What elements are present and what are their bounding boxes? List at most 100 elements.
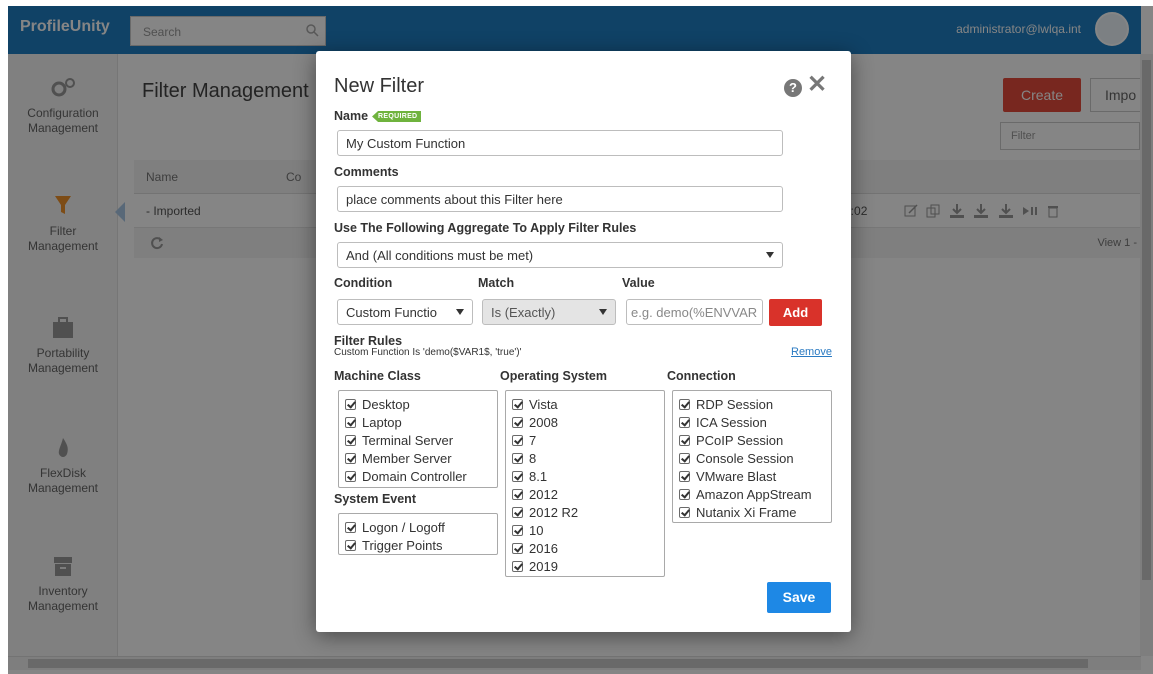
connection-option[interactable]: Amazon AppStream	[679, 485, 825, 503]
add-button[interactable]: Add	[769, 299, 822, 326]
filter-rules-label: Filter Rules	[334, 334, 403, 348]
machine-class-option-label: Laptop	[362, 414, 402, 430]
checkbox[interactable]	[512, 416, 523, 428]
checkbox[interactable]	[512, 398, 523, 410]
operating-system-option[interactable]: 7	[512, 431, 658, 449]
operating-system-option[interactable]: 10	[512, 521, 658, 539]
machine-class-option[interactable]: Terminal Server	[345, 431, 491, 449]
connection-option[interactable]: Nutanix Xi Frame	[679, 503, 825, 521]
checkbox[interactable]	[512, 560, 523, 572]
connection-option-label: ICA Session	[696, 414, 767, 430]
connection-option[interactable]: RDP Session	[679, 395, 825, 413]
operating-system-option-label: 2008	[529, 414, 558, 430]
checkbox[interactable]	[679, 488, 690, 500]
operating-system-option[interactable]: Vista	[512, 395, 658, 413]
system-event-option[interactable]: Logon / Logoff	[345, 518, 491, 536]
operating-system-option[interactable]: 2008	[512, 413, 658, 431]
machine-class-list: Desktop Laptop Terminal Server Member Serve…	[338, 390, 498, 488]
comments-label: Comments	[334, 165, 399, 179]
machine-class-option-label: Domain Controller	[362, 468, 467, 484]
checkbox[interactable]	[679, 398, 690, 410]
name-label-text: Name	[334, 109, 369, 123]
connection-option[interactable]: VMware Blast	[679, 467, 825, 485]
checkbox[interactable]	[345, 470, 356, 482]
operating-system-option[interactable]: 2016	[512, 539, 658, 557]
machine-class-option-label: Member Server	[362, 450, 452, 466]
close-icon[interactable]: ✕	[807, 73, 827, 97]
operating-system-option[interactable]: 8	[512, 449, 658, 467]
machine-class-label: Machine Class	[334, 369, 421, 383]
checkbox[interactable]	[345, 539, 356, 551]
checkbox[interactable]	[345, 398, 356, 410]
operating-system-option-label: 8	[529, 450, 537, 466]
checkbox[interactable]	[345, 434, 356, 446]
save-button[interactable]: Save	[767, 582, 831, 613]
checkbox[interactable]	[512, 506, 523, 518]
machine-class-option[interactable]: Desktop	[345, 395, 491, 413]
aggregate-value: And (All conditions must be met)	[346, 248, 534, 263]
match-select[interactable]: Is (Exactly)	[482, 299, 616, 325]
connection-list: RDP Session ICA Session PCoIP Session Conso…	[672, 390, 832, 523]
condition-value: Custom Functio	[346, 305, 438, 320]
checkbox[interactable]	[345, 416, 356, 428]
checkbox[interactable]	[345, 521, 356, 533]
new-filter-dialog: New Filter ? ✕ Name REQUIRED My Custom Fu…	[316, 51, 851, 632]
operating-system-option[interactable]: 2012	[512, 485, 658, 503]
checkbox[interactable]	[679, 434, 690, 446]
operating-system-label: Operating System	[500, 369, 607, 383]
operating-system-option[interactable]: 2012 R2	[512, 503, 658, 521]
system-event-label: System Event	[334, 492, 416, 506]
machine-class-option[interactable]: Laptop	[345, 413, 491, 431]
match-value: Is (Exactly)	[491, 305, 556, 320]
machine-class-option[interactable]: Member Server	[345, 449, 491, 467]
checkbox[interactable]	[679, 452, 690, 464]
machine-class-option[interactable]: Domain Controller	[345, 467, 491, 485]
connection-option-label: VMware Blast	[696, 468, 777, 484]
checkbox[interactable]	[512, 524, 523, 536]
condition-label: Condition	[334, 276, 393, 290]
checkbox[interactable]	[512, 470, 523, 482]
checkbox[interactable]	[512, 434, 523, 446]
value-input[interactable]: e.g. demo(%ENVVAR	[626, 299, 763, 325]
connection-option[interactable]: Console Session	[679, 449, 825, 467]
system-event-option[interactable]: Trigger Points	[345, 536, 491, 554]
aggregate-label: Use The Following Aggregate To Apply Fil…	[334, 221, 637, 235]
operating-system-list: Vista 2008 7 8 8.1 2012 2012 R2 10 2016 2019	[505, 390, 665, 577]
match-label: Match	[478, 276, 515, 290]
operating-system-option-label: Vista	[529, 396, 558, 412]
value-label: Value	[622, 276, 655, 290]
operating-system-option[interactable]: 8.1	[512, 467, 658, 485]
connection-option-label: PCoIP Session	[696, 432, 784, 448]
connection-option[interactable]: PCoIP Session	[679, 431, 825, 449]
checkbox[interactable]	[512, 488, 523, 500]
remove-link[interactable]: Remove	[791, 346, 832, 358]
condition-select[interactable]: Custom Functio	[337, 299, 473, 325]
comments-field[interactable]: place comments about this Filter here	[337, 186, 783, 212]
system-event-option-label: Logon / Logoff	[362, 519, 445, 535]
system-event-list: Logon / Logoff Trigger Points	[338, 513, 498, 555]
connection-label: Connection	[667, 369, 736, 383]
machine-class-option-label: Desktop	[362, 396, 410, 412]
help-icon[interactable]: ?	[784, 79, 802, 97]
name-field[interactable]: My Custom Function	[337, 130, 783, 156]
connection-option-label: Nutanix Xi Frame	[696, 504, 797, 520]
chevron-down-icon	[599, 309, 607, 315]
checkbox[interactable]	[679, 470, 690, 482]
connection-option-label: Amazon AppStream	[696, 486, 812, 502]
operating-system-option-label: 7	[529, 432, 537, 448]
checkbox[interactable]	[512, 452, 523, 464]
checkbox[interactable]	[345, 452, 356, 464]
operating-system-option[interactable]: 2019	[512, 557, 658, 575]
connection-option[interactable]: ICA Session	[679, 413, 825, 431]
operating-system-option-label: 2012	[529, 486, 558, 502]
operating-system-option-label: 2019	[529, 558, 558, 574]
checkbox[interactable]	[512, 542, 523, 554]
operating-system-option-label: 8.1	[529, 468, 548, 484]
aggregate-select[interactable]: And (All conditions must be met)	[337, 242, 783, 268]
machine-class-option-label: Terminal Server	[362, 432, 454, 448]
operating-system-option-label: 10	[529, 522, 544, 538]
dialog-title: New Filter	[334, 75, 425, 97]
connection-option-label: RDP Session	[696, 396, 774, 412]
checkbox[interactable]	[679, 506, 690, 518]
checkbox[interactable]	[679, 416, 690, 428]
